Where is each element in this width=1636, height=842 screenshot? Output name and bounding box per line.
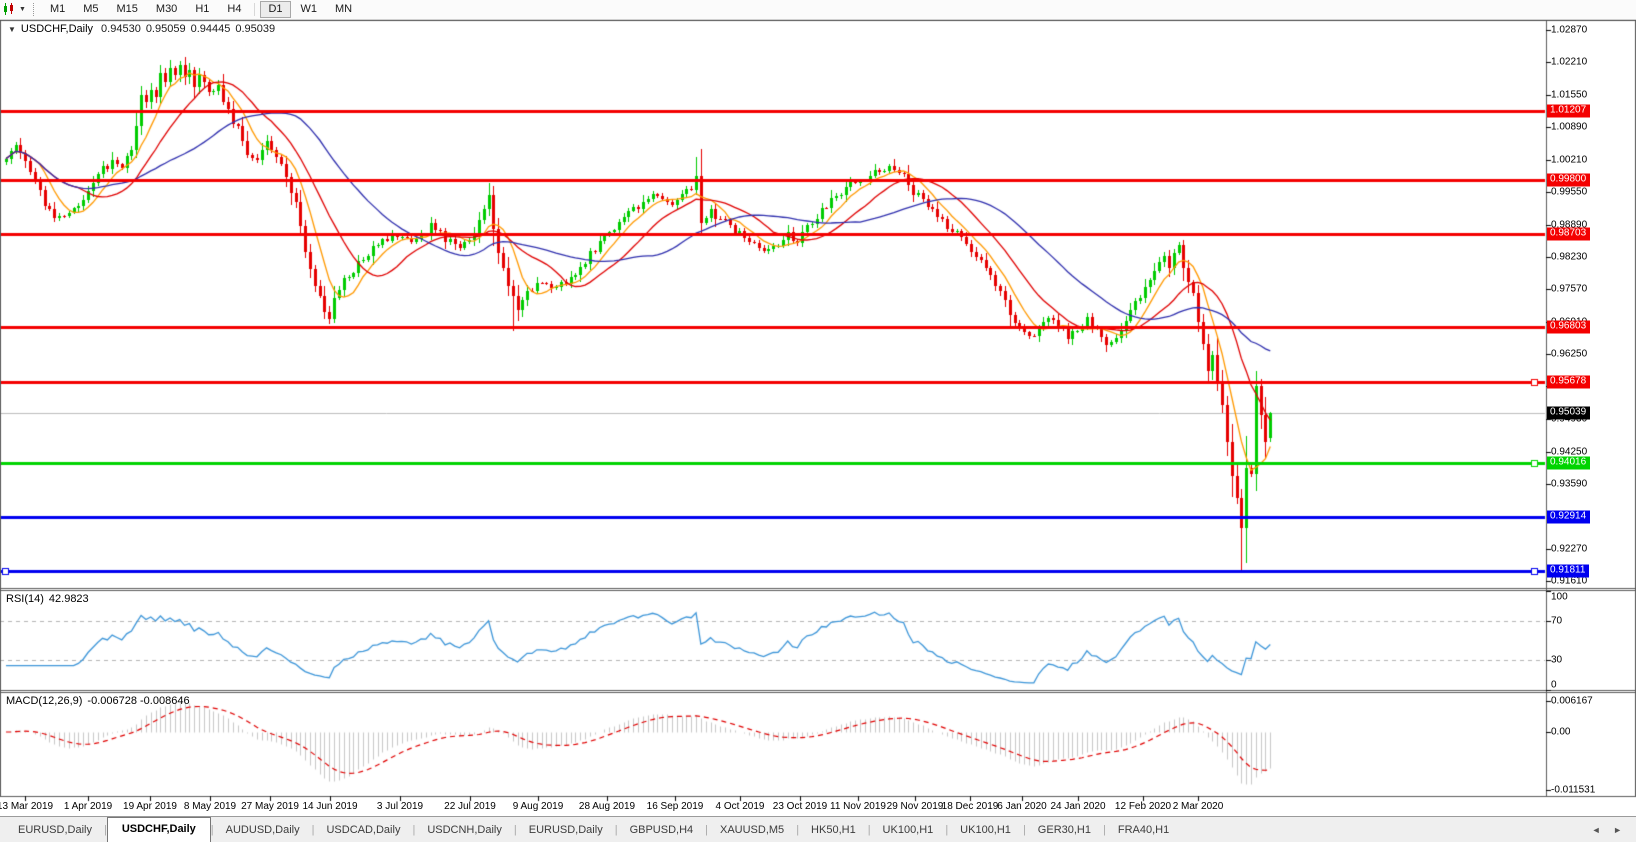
chart-title: ▼ USDCHF,Daily 0.94530 0.95059 0.94445 0…	[7, 23, 280, 35]
ohlc-high: 0.95059	[146, 23, 186, 35]
bottom-tab-UK100-H1[interactable]: UK100,H1	[948, 820, 1023, 842]
bottom-tab-HK50-H1[interactable]: HK50,H1	[799, 820, 868, 842]
ohlc-close: 0.95039	[235, 23, 275, 35]
bottom-tab-UK100-H1[interactable]: UK100,H1	[871, 820, 946, 842]
macd-indicator-name: MACD(12,26,9)	[6, 695, 82, 707]
rsi-indicator-value: 42.9823	[49, 593, 89, 605]
tab-scroll-right-icon[interactable]: ►	[1613, 825, 1622, 835]
timeframe-button-M30[interactable]: M30	[148, 1, 185, 18]
bottom-tab-EURUSD-Daily[interactable]: EURUSD,Daily	[517, 820, 615, 842]
macd-indicator-value: -0.006728 -0.008646	[87, 695, 189, 707]
rsi-pane-label: RSI(14) 42.9823	[6, 593, 94, 605]
timeframe-button-M5[interactable]: M5	[75, 1, 106, 18]
bottom-tab-GBPUSD-H4[interactable]: GBPUSD,H4	[618, 820, 706, 842]
timeframe-button-M15[interactable]: M15	[109, 1, 146, 18]
bottom-tab-GER30-H1[interactable]: GER30,H1	[1026, 820, 1103, 842]
timeframe-button-MN[interactable]: MN	[327, 1, 360, 18]
chart-symbol-label: USDCHF,Daily	[21, 23, 93, 35]
candlestick-chart-icon[interactable]	[2, 3, 18, 16]
tab-scroll-arrows: ◄ ►	[1582, 825, 1622, 842]
tab-scroll-left-icon[interactable]: ◄	[1592, 825, 1601, 835]
bottom-tab-USDCHF-Daily[interactable]: USDCHF,Daily	[107, 817, 211, 842]
ohlc-open: 0.94530	[101, 23, 141, 35]
timeframe-button-H1[interactable]: H1	[187, 1, 217, 18]
bottom-tab-EURUSD-Daily[interactable]: EURUSD,Daily	[6, 820, 104, 842]
symbol-dropdown-icon[interactable]: ▼	[8, 25, 16, 34]
rsi-indicator-name: RSI(14)	[6, 593, 44, 605]
timeframe-button-W1[interactable]: W1	[293, 1, 326, 18]
macd-pane-label: MACD(12,26,9) -0.006728 -0.008646	[6, 695, 195, 707]
bottom-tab-XAUUSD-M5[interactable]: XAUUSD,M5	[708, 820, 796, 842]
bottom-tab-USDCNH-Daily[interactable]: USDCNH,Daily	[415, 820, 514, 842]
bottom-tab-FRA40-H1[interactable]: FRA40,H1	[1106, 820, 1181, 842]
chevron-down-icon[interactable]: ▼	[19, 6, 26, 13]
bottom-tab-USDCAD-Daily[interactable]: USDCAD,Daily	[314, 820, 412, 842]
ohlc-low: 0.94445	[191, 23, 231, 35]
bottom-tab-strip: EURUSD,Daily|USDCHF,Daily|AUDUSD,Daily|U…	[0, 816, 1636, 842]
timeframe-button-H4[interactable]: H4	[219, 1, 249, 18]
timeframe-button-group: M1M5M15M30H1H4 D1W1MN	[41, 1, 361, 18]
timeframe-button-D1[interactable]: D1	[260, 1, 290, 18]
bottom-tab-AUDUSD-Daily[interactable]: AUDUSD,Daily	[214, 820, 312, 842]
top-toolbar: ▼ M1M5M15M30H1H4 D1W1MN	[0, 0, 1636, 20]
price-chart-canvas[interactable]	[0, 20, 1636, 816]
toolbar-grip	[33, 3, 34, 16]
symbol-tabs: EURUSD,Daily|USDCHF,Daily|AUDUSD,Daily|U…	[6, 817, 1181, 842]
toolbar-separator	[254, 3, 255, 16]
timeframe-button-M1[interactable]: M1	[42, 1, 73, 18]
